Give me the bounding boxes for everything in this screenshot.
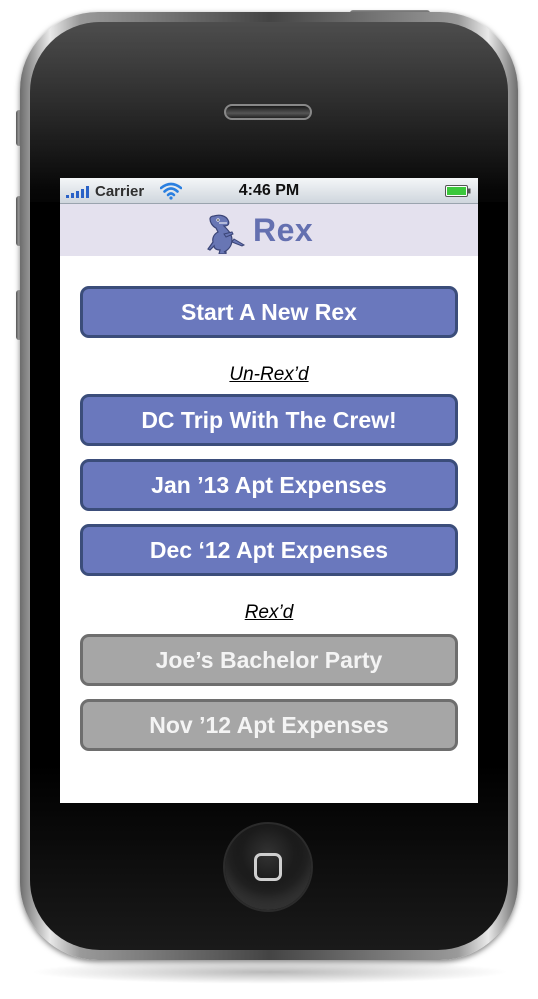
status-bar: Carrier 4:46 PM (60, 178, 478, 204)
battery-icon (445, 185, 471, 197)
unrexd-item-dc-trip[interactable]: DC Trip With The Crew! (80, 394, 458, 446)
unrexd-heading: Un-Rex’d (229, 364, 309, 385)
home-button[interactable] (223, 822, 313, 912)
status-time: 4:46 PM (238, 182, 300, 199)
home-square-icon (254, 853, 282, 881)
app-header: Rex (60, 204, 478, 256)
rexd-heading: Rex’d (244, 602, 294, 623)
unrexd-item-dec-12[interactable]: Dec ‘12 Apt Expenses (80, 524, 458, 576)
rexd-item-bachelor-party[interactable]: Joe’s Bachelor Party (80, 634, 458, 686)
unrexd-item-jan-13[interactable]: Jan ’13 Apt Expenses (80, 459, 458, 511)
start-new-rex-button[interactable]: Start A New Rex (80, 286, 458, 338)
device-shadow (30, 960, 510, 984)
earpiece-speaker (224, 104, 312, 120)
rexd-item-nov-12[interactable]: Nov ’12 Apt Expenses (80, 699, 458, 751)
stage: Carrier 4:46 PM Rex Start A New Rex Un-R… (0, 0, 538, 999)
app-title: Rex (253, 212, 314, 248)
screen: Carrier 4:46 PM Rex Start A New Rex Un-R… (60, 178, 478, 803)
dinosaur-icon (207, 214, 246, 254)
